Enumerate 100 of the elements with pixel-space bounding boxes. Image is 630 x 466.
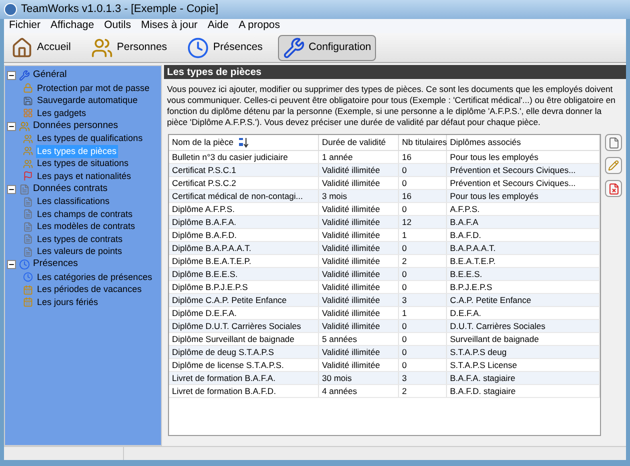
table-cell: B.A.F.D. — [447, 229, 600, 241]
table-cell: Diplôme B.A.P.A.A.T. — [169, 242, 319, 254]
column-header[interactable]: Nb titulaires — [399, 135, 447, 150]
table-cell: 1 — [399, 307, 447, 319]
table-cell: B.A.F.D. stagiaire — [447, 385, 600, 397]
table-cell: Prévention et Secours Civiques... — [447, 164, 600, 176]
tree-item[interactable]: Les types de situations — [36, 157, 130, 170]
menu-item[interactable]: Aide — [208, 18, 229, 34]
toolbar-button[interactable]: Configuration — [278, 34, 376, 60]
minus-icon — [8, 261, 15, 268]
table-cell: Diplôme de license S.T.A.P.S. — [169, 359, 319, 371]
people-icon — [23, 158, 33, 169]
column-header[interactable]: Diplômes associés — [447, 135, 600, 150]
table-cell: 0 — [399, 320, 447, 332]
tree-item[interactable]: Les jours fériés — [36, 296, 100, 309]
table-cell: Validité illimitée — [319, 203, 399, 215]
table-cell: Diplôme B.E.A.T.E.P. — [169, 255, 319, 267]
table-cell: Validité illimitée — [319, 307, 399, 319]
table-cell: Validité illimitée — [319, 242, 399, 254]
new-button[interactable] — [605, 134, 622, 151]
tree-item[interactable]: Sauvegarde automatique — [36, 94, 139, 108]
tree-group[interactable]: Données personnes — [33, 118, 118, 134]
table-cell: Diplôme B.P.J.E.P.S — [169, 281, 319, 293]
table-cell: 16 — [399, 190, 447, 202]
table-cell: 16 — [399, 151, 447, 163]
table-cell: Diplôme B.A.F.D. — [169, 229, 319, 241]
clock-icon — [19, 259, 30, 270]
table-cell: Validité illimitée — [319, 255, 399, 267]
table-cell: Certificat P.S.C.1 — [169, 164, 319, 176]
menu-item[interactable]: A propos — [238, 18, 280, 34]
table-cell: 2 — [399, 255, 447, 267]
window-title: TeamWorks v1.0.1.3 - [Exemple - Copie] — [21, 2, 218, 18]
people-icon — [90, 36, 113, 58]
tree-item[interactable]: Les pays et nationalités — [36, 170, 132, 183]
table-cell: 12 — [399, 216, 447, 228]
tree-item[interactable]: Les modèles de contrats — [36, 220, 136, 234]
table-cell: 2 — [399, 385, 447, 397]
table-cell: Diplôme A.F.P.S. — [169, 203, 319, 215]
column-header[interactable]: Durée de validité — [319, 135, 399, 150]
description-text: Vous pouvez ici ajouter, modifier ou supprimer des types de pièces. Ce sont les documents que les employés doivent vous communiquer. Celles-ci peuvent être obligatoire pour tous (Exemple : 'Certificat médical'...) ou être obligatoire en fonction du diplôme détenu par la personne (Exemple, si une personne a le diplôme 'A.F.P.S.', elle devra donner la pièce 'Diplôme A.F.P.S.'). Vous devez préciser une durée de validité par défaut pour chaque pièce. — [166, 83, 616, 129]
tree-item[interactable]: Protection par mot de passe — [36, 82, 151, 95]
table-cell: Bulletin n°3 du casier judiciaire — [169, 151, 319, 163]
document-icon — [19, 184, 30, 194]
table-cell: Validité illimitée — [319, 229, 399, 241]
collapse-toggle[interactable] — [7, 71, 16, 80]
toolbar-button[interactable]: Accueil — [6, 34, 76, 60]
table-cell: Pour tous les employés — [447, 190, 600, 202]
tree-group[interactable]: Général — [33, 68, 67, 83]
people-icon — [23, 146, 33, 156]
tree-item[interactable]: Les champs de contrats — [36, 208, 134, 221]
tree-item[interactable]: Les gadgets — [36, 106, 88, 120]
table-cell: 30 mois — [319, 372, 399, 384]
menu-item[interactable]: Fichier — [9, 18, 41, 34]
table-cell: Validité illimitée — [319, 294, 399, 306]
menu-item[interactable]: Affichage — [50, 18, 94, 34]
table-cell: Diplôme Surveillant de baignade — [169, 333, 319, 345]
document-icon — [23, 234, 33, 244]
menu-item[interactable]: Mises à jour — [140, 18, 198, 34]
tree-item[interactable]: Les types de qualifications — [36, 132, 144, 146]
table-cell: S.T.A.P.S License — [447, 359, 600, 371]
app-icon — [4, 3, 17, 16]
tree-item[interactable]: Les catégories de présences — [36, 270, 154, 284]
panel-header: Les types de pièces — [164, 65, 626, 79]
table-cell: Validité illimitée — [319, 320, 399, 332]
table-cell: B.A.F.A — [447, 216, 600, 228]
table-cell: 0 — [399, 164, 447, 176]
tree-item[interactable]: Les types de contrats — [36, 232, 124, 246]
table-cell: B.P.J.E.P.S — [447, 281, 600, 293]
toolbar-button[interactable]: Présences — [182, 34, 268, 60]
wrench-icon — [19, 70, 30, 81]
menu-item[interactable]: Outils — [104, 18, 131, 34]
flag-icon — [23, 171, 33, 182]
people-icon — [23, 134, 33, 144]
tree-item[interactable]: Les valeurs de points — [36, 245, 124, 258]
table-cell: A.F.P.S. — [447, 203, 600, 215]
edit-button[interactable] — [605, 157, 622, 174]
collapse-toggle[interactable] — [7, 184, 16, 194]
home-icon — [11, 36, 33, 58]
table-cell: 0 — [399, 242, 447, 254]
table-cell: 0 — [399, 359, 447, 371]
table-cell: 3 mois — [319, 190, 399, 202]
table-cell: 0 — [399, 203, 447, 215]
tree-item[interactable]: Les périodes de vacances — [36, 283, 143, 296]
table-cell: B.A.P.A.A.T. — [447, 242, 600, 254]
lock-icon — [23, 83, 33, 94]
tree-item[interactable]: Les classifications — [36, 195, 111, 208]
table-cell: D.E.F.A. — [447, 307, 600, 319]
table-cell: 0 — [399, 281, 447, 293]
table-cell: Diplôme C.A.P. Petite Enfance — [169, 294, 319, 306]
table-cell: S.T.A.P.S deug — [447, 346, 600, 358]
document-icon — [23, 209, 33, 220]
tree-group[interactable]: Présences — [33, 257, 78, 272]
tree-group[interactable]: Données contrats — [33, 182, 108, 196]
sort-icon[interactable] — [237, 137, 250, 148]
collapse-toggle[interactable] — [7, 260, 16, 269]
collapse-toggle[interactable] — [7, 122, 16, 130]
table-cell: Validité illimitée — [319, 216, 399, 228]
toolbar-button[interactable]: Personnes — [86, 34, 172, 60]
column-header[interactable]: Nom de la pièce — [169, 135, 319, 150]
delete-button[interactable] — [605, 180, 622, 197]
